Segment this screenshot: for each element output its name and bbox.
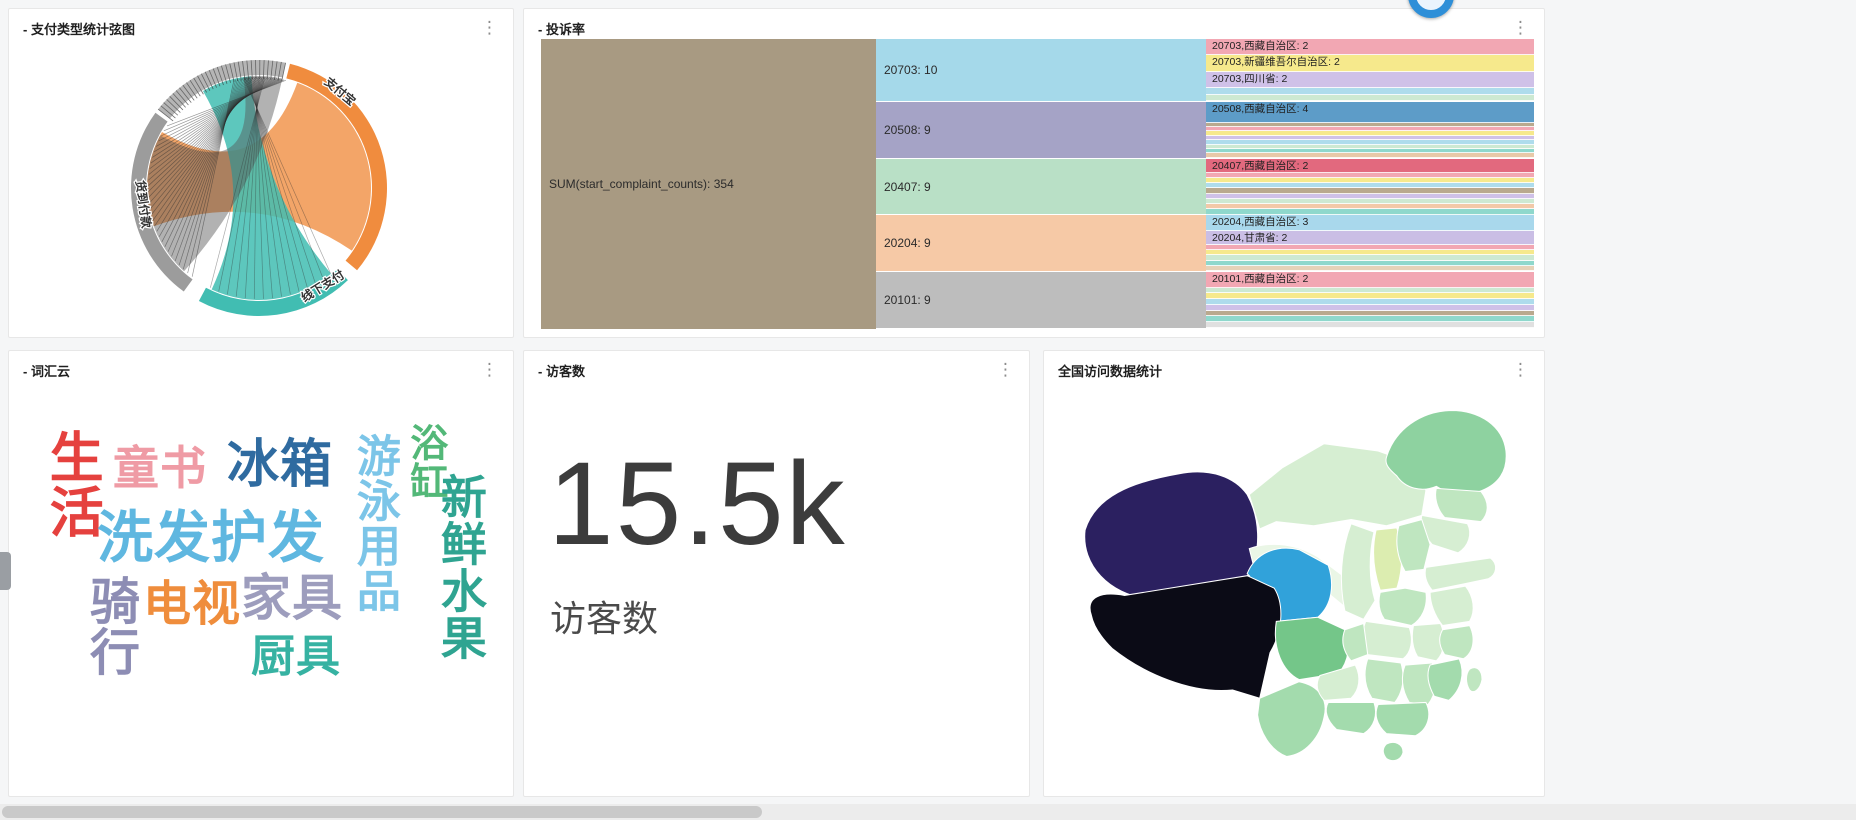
kebab-menu-icon[interactable]: ⋮ xyxy=(1507,19,1534,36)
treemap-group-column: 20703: 10 20508: 9 20407: 9 20204: 9 20101: … xyxy=(876,39,1206,330)
treemap-child-stack: 20101,西藏自治区: 2 xyxy=(1206,272,1534,330)
treemap-leaf-cell[interactable]: 20703,新疆维吾尔自治区: 2 xyxy=(1206,55,1534,72)
treemap-leaf-cell[interactable]: 20204,西藏自治区: 3 xyxy=(1206,215,1534,231)
card-header: - 支付类型统计弦图 ⋮ xyxy=(9,9,513,42)
province-shaanxi[interactable] xyxy=(1340,523,1376,620)
treemap-children-column: 20703,西藏自治区: 2 20703,新疆维吾尔自治区: 2 20703,四川省… xyxy=(1206,39,1534,330)
treemap-leaf-label: 20703,新疆维吾尔自治区: 2 xyxy=(1212,56,1340,69)
treemap-child-stack: 20407,西藏自治区: 2 xyxy=(1206,158,1534,216)
treemap-leaf-label: 20407,西藏自治区: 2 xyxy=(1212,159,1309,172)
card-title-payment-chord: - 支付类型统计弦图 xyxy=(23,22,135,37)
chord-chart[interactable]: 支付宝线下支付货到付款 xyxy=(9,33,515,333)
province-yunnan[interactable] xyxy=(1257,681,1326,758)
card-visitor-count: - 访客数 ⋮ 15.5k 访客数 xyxy=(523,350,1030,797)
card-china-map: 全国访问数据统计 ⋮ xyxy=(1043,350,1545,797)
treemap-group-cell[interactable]: 20204: 9 xyxy=(876,215,1206,273)
treemap-child-stack: 20703,西藏自治区: 2 20703,新疆维吾尔自治区: 2 20703,四川省… xyxy=(1206,39,1534,102)
treemap-leaf-cell[interactable]: 20703,四川省: 2 xyxy=(1206,71,1534,89)
province-taiwan[interactable] xyxy=(1465,667,1483,693)
treemap-leaf-cell[interactable]: 20407,西藏自治区: 2 xyxy=(1206,158,1534,173)
card-header: - 访客数 ⋮ xyxy=(524,351,1029,384)
card-title-china-map: 全国访问数据统计 xyxy=(1058,364,1163,379)
province-jilin[interactable] xyxy=(1435,487,1488,523)
treemap-leaf-cell[interactable] xyxy=(1206,209,1534,215)
wordcloud-word[interactable]: 童书 xyxy=(113,445,207,492)
wordcloud-word[interactable]: 骑行 xyxy=(83,575,139,677)
treemap-leaf-label: 20101,西藏自治区: 2 xyxy=(1212,273,1309,286)
province-guangdong[interactable] xyxy=(1375,701,1430,737)
treemap-leaf-label: 20204,甘肃省: 2 xyxy=(1212,231,1288,244)
wordcloud-chart: 生活 童书 冰箱 游泳用品 浴缸 新鲜水果 洗发护发 骑行 电视 家具 厨具 xyxy=(9,381,513,796)
wordcloud-word[interactable]: 洗发护发 xyxy=(97,509,325,566)
horizontal-scrollbar[interactable] xyxy=(0,804,1856,820)
province-zhejiang[interactable] xyxy=(1439,624,1474,660)
treemap-leaf-cell[interactable]: 20508,西藏自治区: 4 xyxy=(1206,101,1534,123)
treemap-group-cell[interactable]: 20508: 9 xyxy=(876,101,1206,159)
treemap-root-cell[interactable]: SUM(start_complaint_counts): 354 xyxy=(541,39,876,329)
wordcloud-word[interactable]: 厨具 xyxy=(251,634,341,680)
treemap-group-cell[interactable]: 20101: 9 xyxy=(876,272,1206,330)
province-henan[interactable] xyxy=(1378,587,1427,627)
card-title-visitor-count: - 访客数 xyxy=(538,364,585,379)
province-tibet[interactable] xyxy=(1089,575,1282,699)
treemap-group-cell[interactable]: 20407: 9 xyxy=(876,158,1206,216)
card-complaint-rate: - 投诉率 ⋮ SUM(start_complaint_counts): 354… xyxy=(523,8,1545,338)
china-map-chart xyxy=(1084,409,1507,762)
card-header: 全国访问数据统计 ⋮ xyxy=(1044,351,1544,384)
treemap-leaf-cell[interactable] xyxy=(1206,153,1534,158)
treemap-leaf-label: 20703,四川省: 2 xyxy=(1212,72,1288,85)
kebab-menu-icon[interactable]: ⋮ xyxy=(476,361,503,378)
card-payment-chord: - 支付类型统计弦图 ⋮ 支付宝 线下支付 货到付款 xyxy=(8,8,514,338)
treemap-leaf-label: 20204,西藏自治区: 3 xyxy=(1212,216,1309,229)
province-hunan[interactable] xyxy=(1364,658,1404,704)
card-word-cloud: - 词汇云 ⋮ 生活 童书 冰箱 游泳用品 浴缸 新鲜水果 洗发护发 骑行 电视 家具 厨具 xyxy=(8,350,514,797)
province-shandong[interactable] xyxy=(1424,557,1497,591)
kebab-menu-icon[interactable]: ⋮ xyxy=(476,19,503,36)
collapse-handle[interactable] xyxy=(0,552,11,590)
treemap-root-label: SUM(start_complaint_counts): 354 xyxy=(549,177,734,191)
treemap-leaf-cell[interactable] xyxy=(1206,322,1534,329)
kebab-menu-icon[interactable]: ⋮ xyxy=(992,361,1019,378)
treemap-leaf-label: 20508,西藏自治区: 4 xyxy=(1212,102,1309,115)
wordcloud-word[interactable]: 新鲜水果 xyxy=(435,473,487,661)
kebab-menu-icon[interactable]: ⋮ xyxy=(1507,361,1534,378)
treemap-group-cell[interactable]: 20703: 10 xyxy=(876,39,1206,102)
province-hainan[interactable] xyxy=(1382,741,1404,762)
big-number-label: 访客数 xyxy=(550,598,659,639)
province-guangxi[interactable] xyxy=(1325,701,1377,735)
scrollbar-thumb[interactable] xyxy=(2,806,762,818)
big-number-value: 15.5k xyxy=(548,438,847,570)
treemap-chart: SUM(start_complaint_counts): 354 20703: … xyxy=(541,39,1534,330)
province-hubei[interactable] xyxy=(1362,620,1412,660)
province-jiangsu[interactable] xyxy=(1429,585,1474,627)
card-title-complaint-rate: - 投诉率 xyxy=(538,22,585,37)
treemap-leaf-cell[interactable] xyxy=(1206,94,1534,101)
treemap-leaf-cell[interactable]: 20101,西藏自治区: 2 xyxy=(1206,272,1534,288)
province-fujian[interactable] xyxy=(1427,658,1463,701)
treemap-leaf-cell[interactable]: 20204,甘肃省: 2 xyxy=(1206,230,1534,245)
card-title-word-cloud: - 词汇云 xyxy=(23,364,70,379)
wordcloud-word[interactable]: 家具 xyxy=(241,573,343,624)
wordcloud-word[interactable]: 游泳用品 xyxy=(350,433,399,613)
treemap-leaf-cell[interactable] xyxy=(1206,265,1534,272)
treemap-child-stack: 20508,西藏自治区: 4 xyxy=(1206,101,1534,159)
wordcloud-word[interactable]: 生活 xyxy=(41,429,101,539)
wordcloud-word[interactable]: 冰箱 xyxy=(227,438,333,492)
province-heilongjiang[interactable] xyxy=(1385,409,1507,496)
card-header: - 词汇云 ⋮ xyxy=(9,351,513,384)
treemap-child-stack: 20204,西藏自治区: 3 20204,甘肃省: 2 xyxy=(1206,215,1534,273)
wordcloud-word[interactable]: 电视 xyxy=(143,580,241,630)
card-header: - 投诉率 ⋮ xyxy=(524,9,1544,42)
